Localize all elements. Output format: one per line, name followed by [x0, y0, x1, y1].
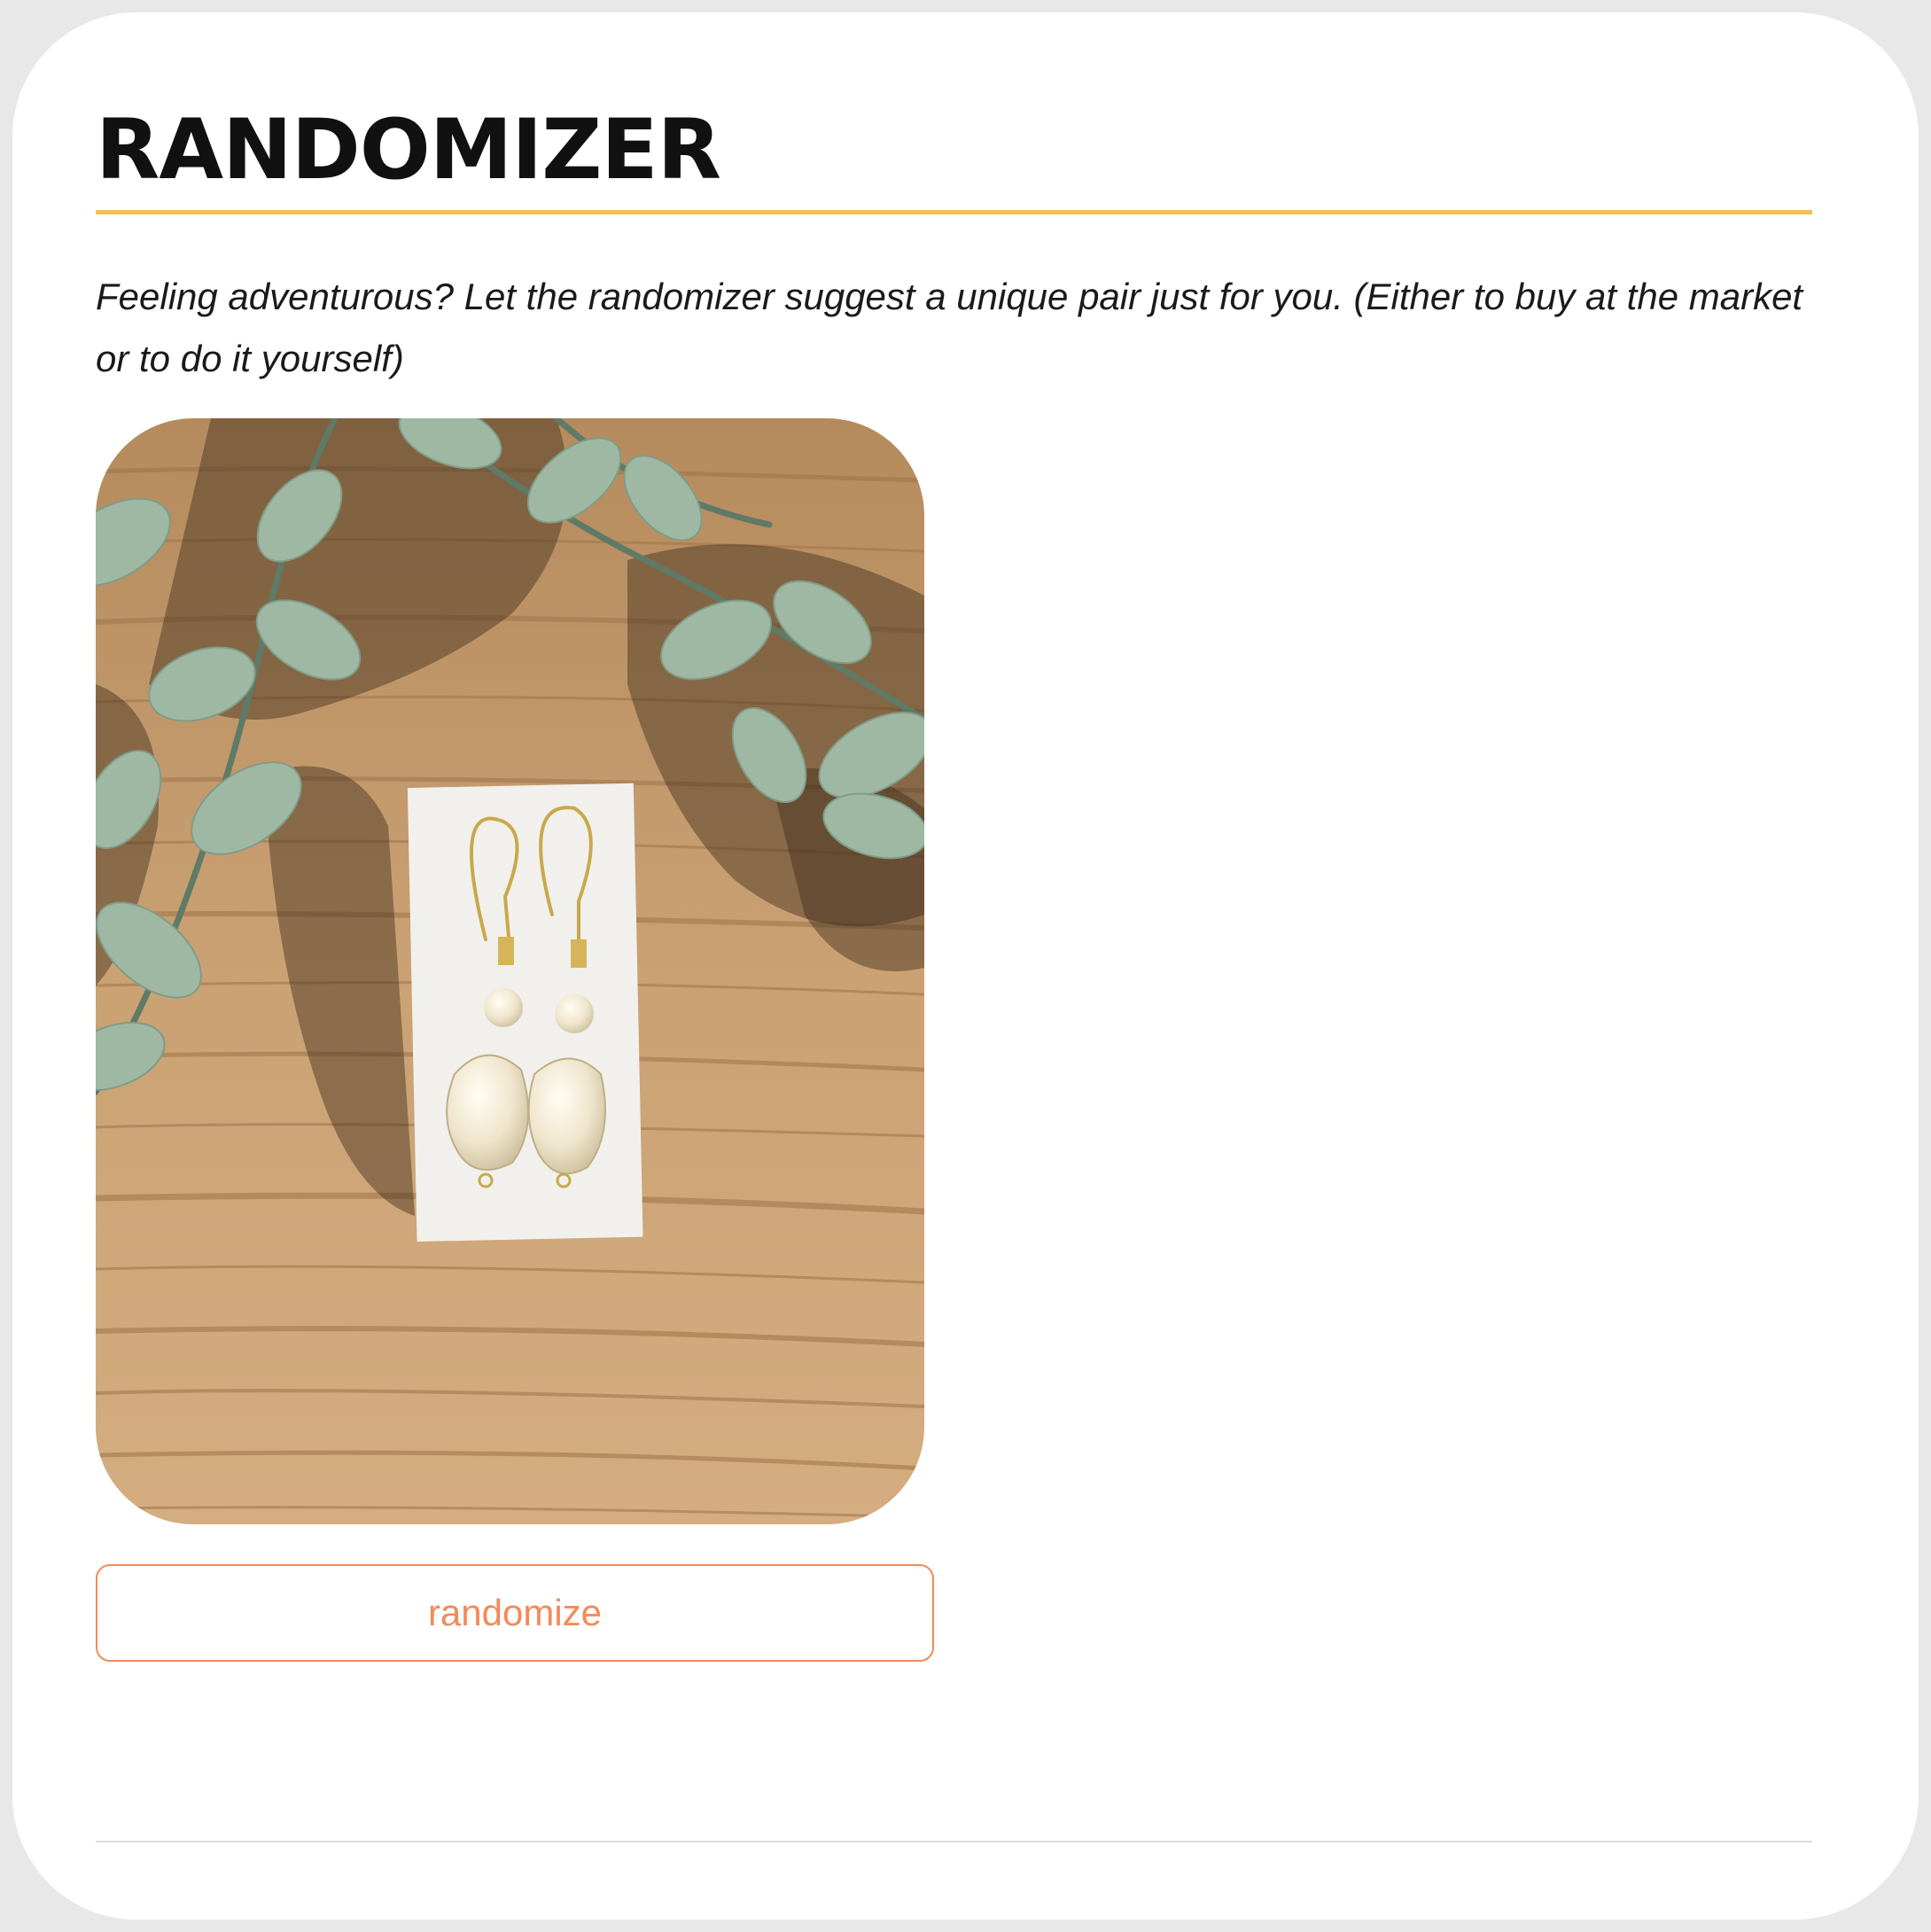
section-title: RANDOMIZER [96, 102, 721, 199]
title-divider [96, 210, 1812, 214]
randomize-button[interactable]: randomize [96, 1564, 934, 1662]
section-description: Feeling adventurous? Let the randomizer … [96, 276, 1803, 379]
page-frame: RANDOMIZER Feeling adventurous? Let the … [0, 0, 1931, 1932]
bottom-divider [96, 1841, 1812, 1842]
earring-suggestion-image [96, 418, 924, 1524]
